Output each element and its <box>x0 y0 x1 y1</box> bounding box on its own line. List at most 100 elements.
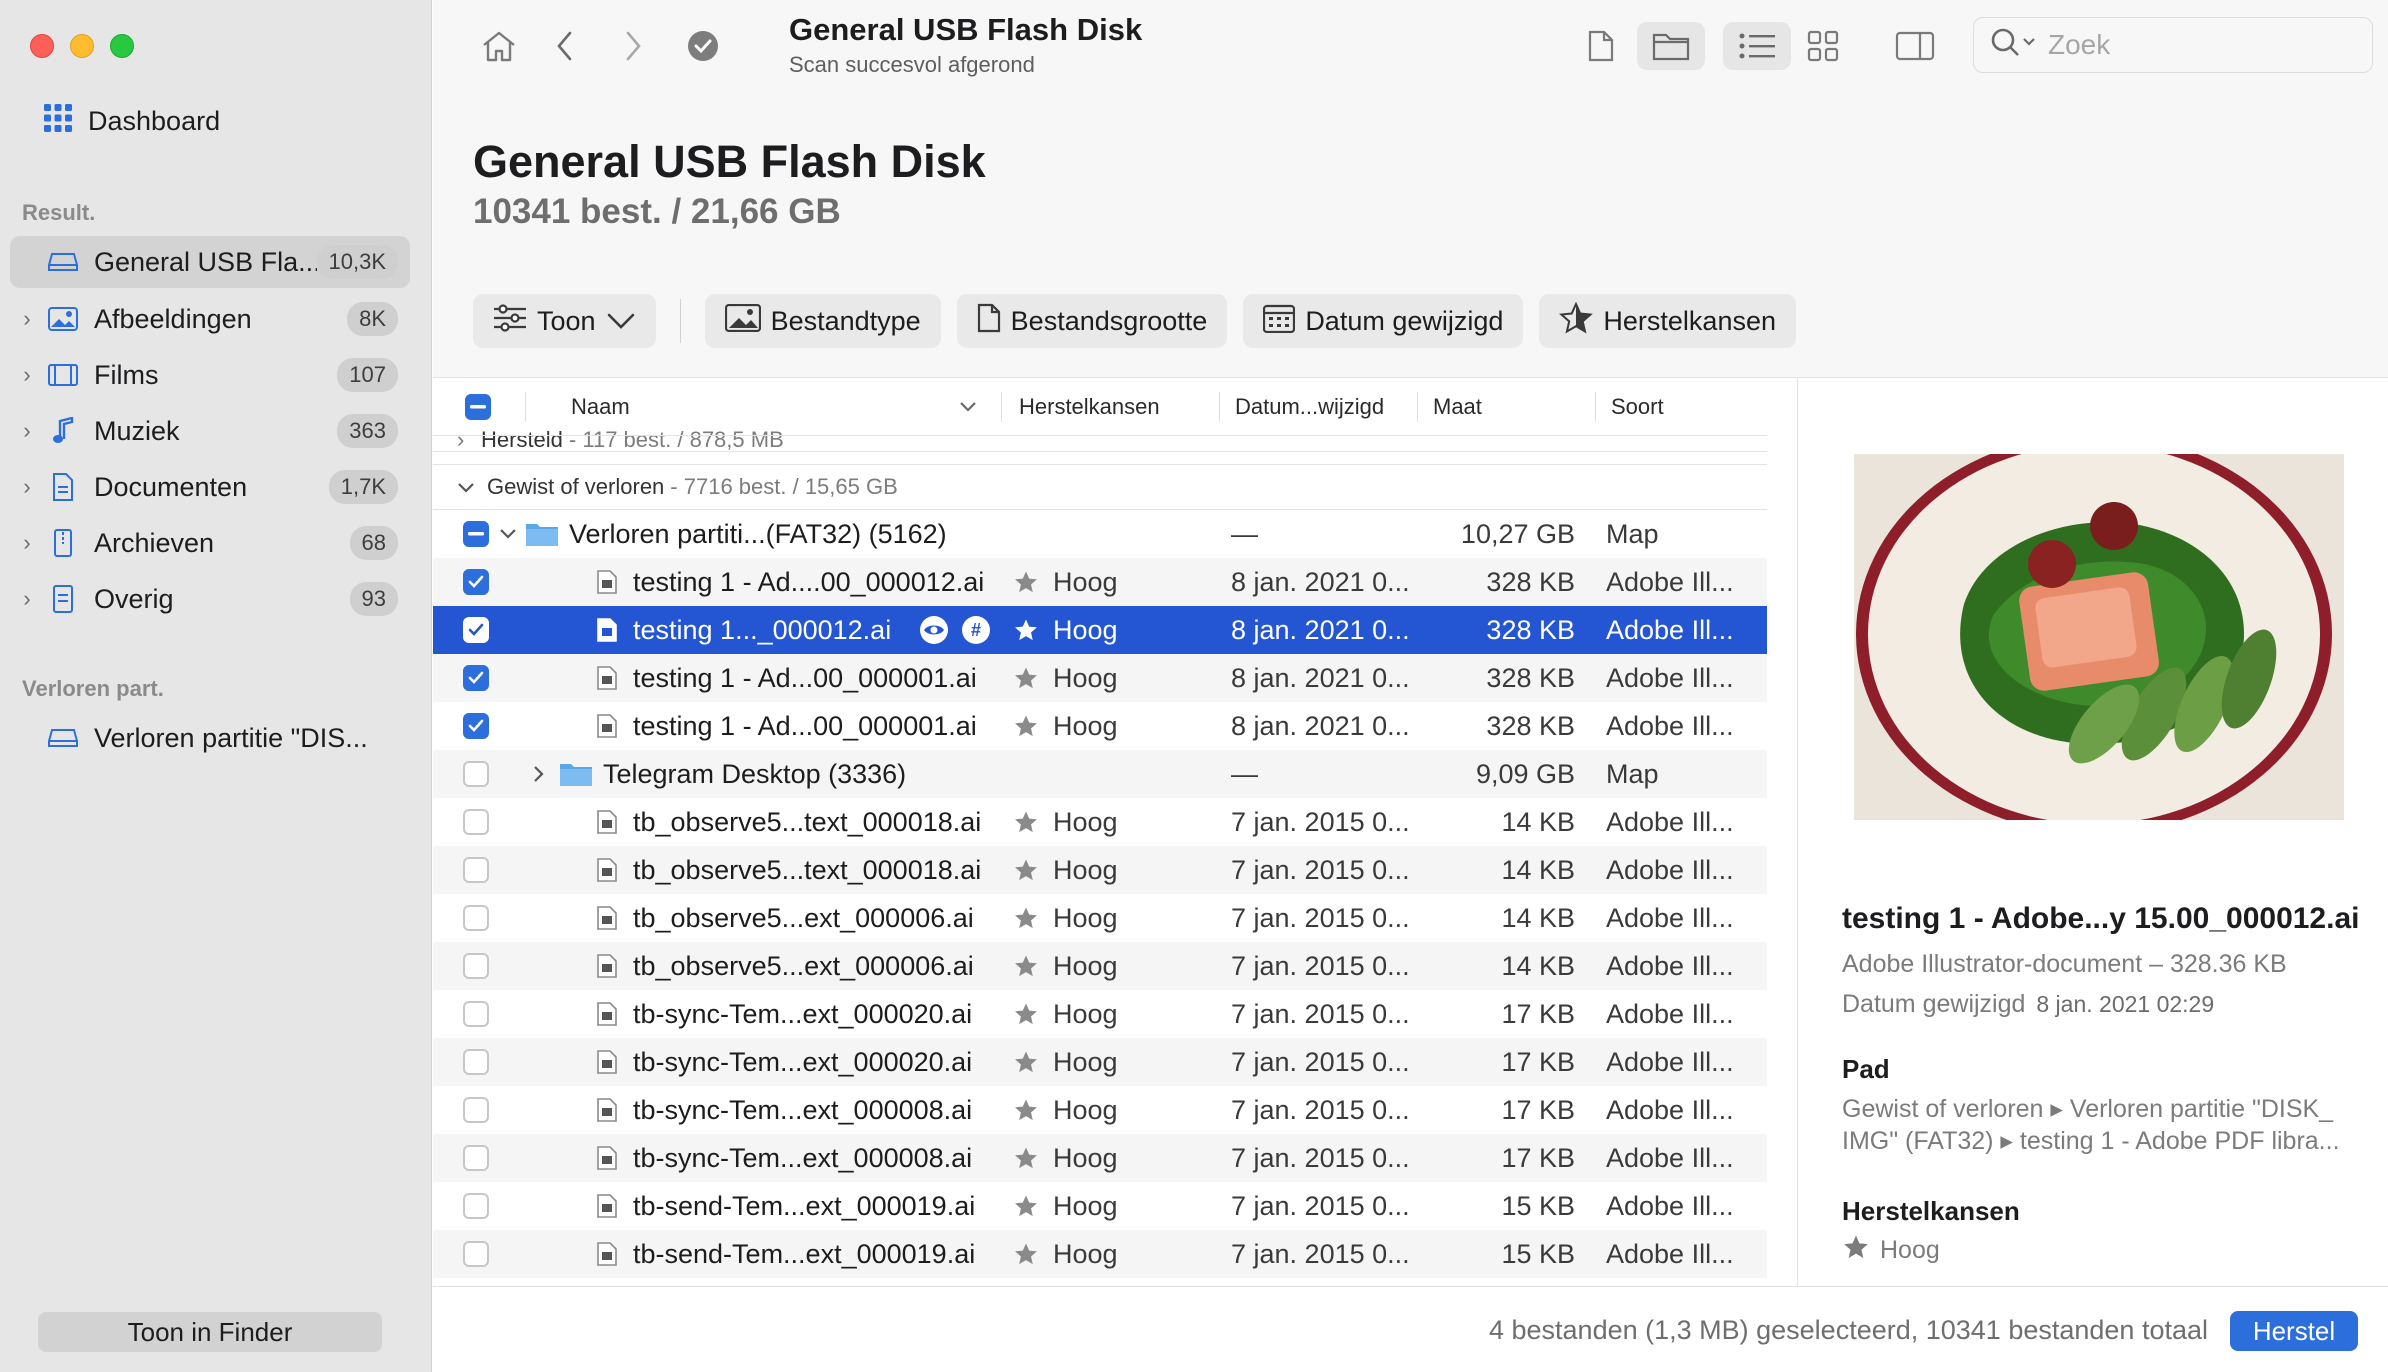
table-row[interactable]: tb-send-Tem...ext_000019.ai Hoog 7 jan. 20… <box>433 1230 1767 1278</box>
table-row[interactable]: tb-sync-Tem...ext_000020.ai Hoog 7 jan. 20… <box>433 990 1767 1038</box>
table-row[interactable]: testing 1 - Ad....00_000012.ai Hoog 8 jan.… <box>433 558 1767 606</box>
column-name-header[interactable]: Naam <box>571 392 630 422</box>
row-checkbox[interactable] <box>463 1230 489 1278</box>
table-row[interactable]: testing 1..._000012.ai # Hoog 8 jan. 2021 0… <box>433 606 1767 654</box>
select-all-checkbox[interactable] <box>465 392 491 422</box>
grid-view-icon[interactable] <box>1797 22 1849 70</box>
table-row[interactable]: testing 1 - Ad...00_000001.ai Hoog 8 jan. … <box>433 654 1767 702</box>
preview-filename: testing 1 - Adobe...y 15.00_000012.ai <box>1842 902 2360 935</box>
row-kind: Adobe Ill... <box>1606 614 1734 645</box>
chevron-right-icon[interactable] <box>533 750 545 798</box>
row-date: 7 jan. 2015 0... <box>1231 1094 1410 1125</box>
chevron-down-icon[interactable] <box>457 474 487 500</box>
column-date-header[interactable]: Datum...wijzigd <box>1235 392 1384 422</box>
row-checkbox[interactable] <box>463 1038 489 1086</box>
row-checkbox[interactable] <box>463 606 489 654</box>
sidebar-dashboard[interactable]: Dashboard <box>44 104 220 139</box>
search-input[interactable] <box>2048 29 2348 61</box>
table-row[interactable]: tb-sync-Tem...ext_000008.ai Hoog 7 jan. 20… <box>433 1086 1767 1134</box>
chevron-right-icon[interactable]: › <box>10 530 44 556</box>
calendar-icon <box>1263 303 1296 340</box>
sidebar-item-drive[interactable]: General USB Fla... 10,3K <box>10 236 410 288</box>
file-view-icon[interactable] <box>1575 22 1627 70</box>
date-filter-button[interactable]: Datum gewijzigd <box>1243 294 1524 348</box>
row-checkbox[interactable] <box>463 654 489 702</box>
row-checkbox[interactable] <box>463 990 489 1038</box>
preview-panel-icon[interactable] <box>1889 22 1941 70</box>
table-row[interactable]: tb_observe5...ext_000006.ai Hoog 7 jan. 20… <box>433 942 1767 990</box>
row-checkbox[interactable] <box>463 1086 489 1134</box>
column-size-header[interactable]: Maat <box>1433 392 1482 422</box>
sidebar-item-music[interactable]: › Muziek 363 <box>10 405 410 457</box>
chevron-right-icon[interactable]: › <box>10 306 44 332</box>
table-row[interactable]: tb_observe5...text_000018.ai Hoog 7 jan. 2… <box>433 846 1767 894</box>
chevron-down-icon[interactable] <box>499 510 517 558</box>
row-checkbox[interactable] <box>463 894 489 942</box>
row-checkbox[interactable] <box>463 750 489 798</box>
group-lost[interactable]: Gewist of verloren - 7716 best. / 15,65 … <box>433 464 1767 510</box>
show-in-finder-button[interactable]: Toon in Finder <box>38 1312 382 1352</box>
folder-view-icon[interactable] <box>1637 22 1705 70</box>
row-date: 8 jan. 2021 0... <box>1231 662 1410 693</box>
drive-icon <box>44 727 82 749</box>
table-row[interactable]: tb_observe5...ext_000006.ai Hoog 7 jan. 20… <box>433 894 1767 942</box>
sidebar-item-documents[interactable]: › Documenten 1,7K <box>10 461 410 513</box>
sidebar-item-lost-partition[interactable]: Verloren partitie "DIS... <box>10 712 410 764</box>
row-checkbox[interactable] <box>463 1182 489 1230</box>
sort-chevron-icon[interactable] <box>959 392 977 422</box>
hash-icon[interactable]: # <box>961 606 991 654</box>
folder-icon <box>525 510 559 558</box>
forward-icon[interactable] <box>607 22 659 70</box>
zoom-window-button[interactable] <box>110 34 134 58</box>
column-chances-header[interactable]: Herstelkansen <box>1019 392 1160 422</box>
chevron-right-icon[interactable]: › <box>10 362 44 388</box>
table-row[interactable]: testing 1 - Ad...00_000001.ai Hoog 8 jan. … <box>433 702 1767 750</box>
row-kind: Adobe Ill... <box>1606 998 1734 1029</box>
recover-button[interactable]: Herstel <box>2230 1311 2358 1351</box>
sidebar-item-other[interactable]: › Overig 93 <box>10 573 410 625</box>
row-chance: Hoog <box>1053 1094 1118 1125</box>
count-badge: 93 <box>349 582 398 616</box>
list-view-icon[interactable] <box>1723 22 1791 70</box>
folder-row[interactable]: Verloren partiti...(FAT32) (5162) — 10,27 … <box>433 510 1767 558</box>
table-row[interactable]: tb-sync-Tem...ext_000008.ai Hoog 7 jan. 20… <box>433 1134 1767 1182</box>
table-row[interactable]: tb-send-Tem...ext_000019.ai Hoog 7 jan. 20… <box>433 1182 1767 1230</box>
window-title: General USB Flash Disk <box>789 12 1143 47</box>
chevron-right-icon[interactable]: › <box>10 474 44 500</box>
table-row[interactable]: tb_observe5...text_000018.ai Hoog 7 jan. 2… <box>433 798 1767 846</box>
row-checkbox[interactable] <box>463 942 489 990</box>
chances-filter-button[interactable]: Herstelkansen <box>1539 294 1796 348</box>
illustrator-file-icon <box>597 894 617 942</box>
file-type-filter-button[interactable]: Bestandtype <box>704 294 941 348</box>
row-checkbox[interactable] <box>463 558 489 606</box>
preview-eye-icon[interactable] <box>919 606 949 654</box>
sidebar: Dashboard Result. General USB Fla... 10,… <box>0 0 432 1372</box>
search-field[interactable] <box>1973 17 2373 73</box>
row-checkbox[interactable] <box>463 798 489 846</box>
star-icon <box>1013 1182 1039 1230</box>
close-window-button[interactable] <box>30 34 54 58</box>
star-icon <box>1013 654 1039 702</box>
show-filter-button[interactable]: Toon <box>473 294 656 348</box>
row-checkbox[interactable] <box>463 510 489 558</box>
row-checkbox[interactable] <box>463 1134 489 1182</box>
folder-row[interactable]: Telegram Desktop (3336) — 9,09 GB Map <box>433 750 1767 798</box>
illustrator-file-icon <box>597 798 617 846</box>
file-size-filter-button[interactable]: Bestandsgrootte <box>956 294 1228 348</box>
back-icon[interactable] <box>539 22 591 70</box>
column-kind-header[interactable]: Soort <box>1611 392 1664 422</box>
sidebar-item-images[interactable]: › Afbeeldingen 8K <box>10 293 410 345</box>
image-icon <box>724 303 761 339</box>
home-icon[interactable] <box>473 22 525 70</box>
sidebar-item-archives[interactable]: › Archieven 68 <box>10 517 410 569</box>
star-icon <box>1013 1038 1039 1086</box>
minimize-window-button[interactable] <box>70 34 94 58</box>
sidebar-item-films[interactable]: › Films 107 <box>10 349 410 401</box>
row-date: 7 jan. 2015 0... <box>1231 1142 1410 1173</box>
row-checkbox[interactable] <box>463 846 489 894</box>
row-kind: Adobe Ill... <box>1606 950 1734 981</box>
chevron-right-icon[interactable]: › <box>10 586 44 612</box>
table-row[interactable]: tb-sync-Tem...ext_000020.ai Hoog 7 jan. 20… <box>433 1038 1767 1086</box>
chevron-right-icon[interactable]: › <box>10 418 44 444</box>
row-checkbox[interactable] <box>463 702 489 750</box>
